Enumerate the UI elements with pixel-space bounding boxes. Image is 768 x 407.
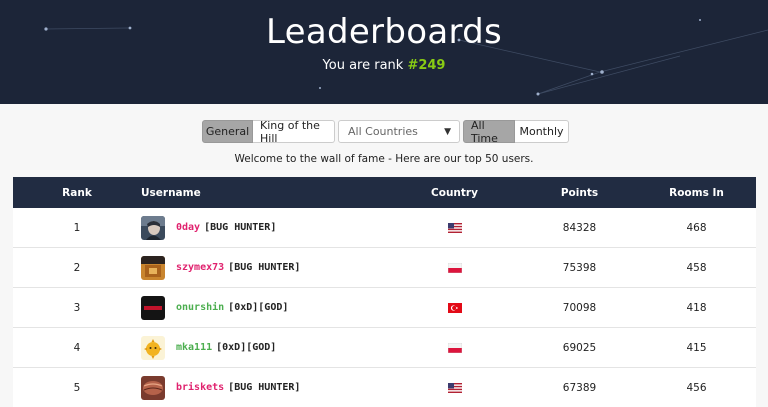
avatar[interactable] bbox=[141, 295, 165, 320]
rank-prefix: You are rank bbox=[322, 58, 408, 73]
rooms-cell: 415 bbox=[686, 341, 707, 354]
avatar[interactable] bbox=[141, 335, 165, 360]
country-select[interactable]: All Countries ▼ bbox=[338, 120, 460, 143]
leaderboard-section: General King of the Hill All Countries ▼… bbox=[0, 104, 768, 407]
username-link[interactable]: onurshin bbox=[176, 302, 224, 313]
user-title-tag: [0xD][GOD] bbox=[216, 342, 277, 353]
rank-cell: 4 bbox=[73, 341, 81, 354]
avatar[interactable] bbox=[141, 255, 165, 280]
user-rank-value: #249 bbox=[407, 58, 446, 73]
user-cell: briskets [BUG HUNTER] bbox=[141, 375, 387, 400]
leaderboard-table: Rank Username Country Points Rooms In 1 … bbox=[13, 177, 756, 407]
rank-cell: 1 bbox=[73, 221, 81, 234]
us-flag-icon bbox=[447, 222, 462, 233]
username-column-header: Username bbox=[141, 186, 201, 199]
rank-cell: 5 bbox=[73, 381, 81, 394]
table-row: 3 onurshin [0xD][GOD] 70098 418 bbox=[13, 288, 756, 328]
table-row: 5 briskets [BUG HUNTER] 67389 456 bbox=[13, 368, 756, 407]
table-header: Rank Username Country Points Rooms In bbox=[13, 177, 756, 208]
country-column-header: Country bbox=[431, 186, 478, 199]
user-title-tag: [0xD][GOD] bbox=[228, 302, 289, 313]
king-of-the-hill-tab-button[interactable]: King of the Hill bbox=[253, 119, 335, 145]
filter-bar: General King of the Hill All Countries ▼… bbox=[202, 119, 569, 145]
avatar[interactable] bbox=[141, 215, 165, 240]
monthly-button[interactable]: Monthly bbox=[515, 120, 569, 143]
user-rank-line: You are rank #249 bbox=[0, 58, 768, 73]
table-row: 1 0day [BUG HUNTER] 84328 468 bbox=[13, 208, 756, 248]
country-cell bbox=[387, 302, 522, 313]
us-flag-icon bbox=[447, 382, 462, 393]
points-column-header: Points bbox=[560, 186, 599, 199]
user-cell: onurshin [0xD][GOD] bbox=[141, 295, 387, 320]
tr-flag-icon bbox=[447, 302, 462, 313]
points-cell: 75398 bbox=[562, 261, 597, 274]
all-time-button[interactable]: All Time bbox=[463, 119, 515, 145]
hero-banner: Leaderboards You are rank #249 bbox=[0, 0, 768, 104]
country-cell bbox=[387, 382, 522, 393]
country-cell bbox=[387, 262, 522, 273]
pl-flag-icon bbox=[447, 262, 462, 273]
user-cell: szymex73 [BUG HUNTER] bbox=[141, 255, 387, 280]
country-cell bbox=[387, 222, 522, 233]
username-link[interactable]: mka111 bbox=[176, 342, 212, 353]
user-cell: 0day [BUG HUNTER] bbox=[141, 215, 387, 240]
rooms-cell: 458 bbox=[686, 261, 707, 274]
avatar[interactable] bbox=[141, 375, 165, 400]
username-link[interactable]: briskets bbox=[176, 382, 224, 393]
rooms-column-header: Rooms In bbox=[669, 186, 724, 199]
username-link[interactable]: 0day bbox=[176, 222, 200, 233]
user-title-tag: [BUG HUNTER] bbox=[204, 222, 277, 233]
username-link[interactable]: szymex73 bbox=[176, 262, 224, 273]
chevron-down-icon: ▼ bbox=[444, 126, 451, 137]
table-row: 4 mka111 [0xD][GOD] 69025 415 bbox=[13, 328, 756, 368]
user-title-tag: [BUG HUNTER] bbox=[228, 382, 301, 393]
table-row: 2 szymex73 [BUG HUNTER] 75398 458 bbox=[13, 248, 756, 288]
points-cell: 70098 bbox=[562, 301, 597, 314]
country-select-value: All Countries bbox=[348, 125, 418, 138]
rooms-cell: 456 bbox=[686, 381, 707, 394]
rank-cell: 2 bbox=[73, 261, 81, 274]
points-cell: 67389 bbox=[562, 381, 597, 394]
rank-cell: 3 bbox=[73, 301, 81, 314]
user-cell: mka111 [0xD][GOD] bbox=[141, 335, 387, 360]
welcome-text: Welcome to the wall of fame - Here are o… bbox=[234, 153, 534, 165]
pl-flag-icon bbox=[447, 342, 462, 353]
page-title: Leaderboards bbox=[265, 12, 503, 52]
points-cell: 84328 bbox=[562, 221, 597, 234]
rank-column-header: Rank bbox=[62, 186, 92, 199]
rooms-cell: 468 bbox=[686, 221, 707, 234]
rooms-cell: 418 bbox=[686, 301, 707, 314]
points-cell: 69025 bbox=[562, 341, 597, 354]
country-cell bbox=[387, 342, 522, 353]
general-tab-button[interactable]: General bbox=[202, 120, 253, 143]
user-title-tag: [BUG HUNTER] bbox=[228, 262, 301, 273]
